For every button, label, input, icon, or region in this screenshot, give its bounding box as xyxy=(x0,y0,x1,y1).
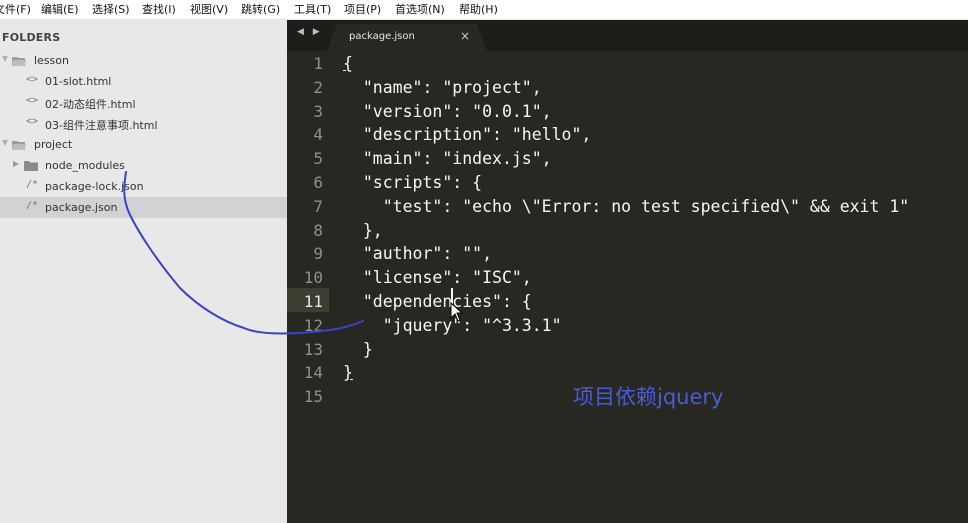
disclosure-open-icon[interactable] xyxy=(2,56,8,62)
html-file-icon: <> xyxy=(26,95,39,106)
code-line: "description": "hello", xyxy=(343,125,592,145)
code-line: "author": "", xyxy=(343,244,493,264)
menu-view[interactable]: 视图(V) xyxy=(190,2,228,17)
folder-open-icon xyxy=(12,141,26,150)
line-number: 3 xyxy=(313,101,323,121)
code-line: } xyxy=(343,363,353,383)
tree-label: 02-动态组件.html xyxy=(45,98,136,111)
tree-folder-project[interactable]: project xyxy=(0,134,287,155)
editor-pane[interactable]: ◀ ▶ package.json × 1 2 3 4 5 6 7 8 9 10 11 12 13 14 15… xyxy=(287,20,968,523)
folder-open-icon xyxy=(12,57,26,66)
tree-file-package-json[interactable]: /* package.json xyxy=(0,197,287,218)
tab-bar: ◀ ▶ package.json × xyxy=(287,20,968,51)
code-line: } xyxy=(343,339,373,359)
menu-tools[interactable]: 工具(T) xyxy=(294,2,331,17)
tree-file-dynamic-component[interactable]: <> 02-动态组件.html xyxy=(0,92,287,113)
line-number: 11 xyxy=(303,292,323,311)
line-number: 2 xyxy=(313,77,323,97)
line-number: 9 xyxy=(313,244,323,264)
mouse-pointer-icon xyxy=(450,302,464,322)
tree-label: package.json xyxy=(45,201,118,214)
code-line: "scripts": { xyxy=(343,173,483,192)
folder-closed-icon xyxy=(24,161,38,171)
html-file-icon: <> xyxy=(26,74,39,85)
tree-file-component-notes[interactable]: <> 03-组件注意事项.html xyxy=(0,113,287,134)
html-file-icon: <> xyxy=(26,116,39,127)
code-line: "main": "index.js", xyxy=(343,149,552,169)
menu-preferences[interactable]: 首选项(N) xyxy=(395,2,445,17)
line-number: 5 xyxy=(313,149,323,169)
disclosure-closed-icon[interactable] xyxy=(13,161,19,167)
tab-package-json[interactable]: package.json × xyxy=(327,24,487,51)
line-number: 7 xyxy=(313,196,323,216)
line-number: 4 xyxy=(313,125,323,145)
menu-edit[interactable]: 编辑(E) xyxy=(41,2,79,17)
tree-label: project xyxy=(34,138,73,151)
sidebar: FOLDERS lesson <> 01-slot.html <> 02-动态组… xyxy=(0,20,287,523)
line-number: 12 xyxy=(303,315,323,335)
line-number: 1 xyxy=(313,54,323,73)
tree-label: package-lock.json xyxy=(45,180,144,193)
menu-bar: 文件(F) 编辑(E) 选择(S) 查找(I) 视图(V) 跳转(G) 工具(T… xyxy=(0,0,968,20)
tree-file-package-lock[interactable]: /* package-lock.json xyxy=(0,176,287,197)
line-number: 8 xyxy=(313,220,323,240)
code-line: "dependencies": { xyxy=(343,292,532,311)
json-file-icon: /* xyxy=(26,179,39,190)
line-number: 10 xyxy=(303,268,323,288)
json-file-icon: /* xyxy=(26,200,39,211)
code-line: "license": "ISC", xyxy=(343,268,532,288)
tree-file-slot[interactable]: <> 01-slot.html xyxy=(0,71,287,92)
line-number: 15 xyxy=(303,387,323,407)
line-number: 13 xyxy=(303,339,323,359)
menu-file[interactable]: 文件(F) xyxy=(0,2,31,17)
code-line: }, xyxy=(343,220,383,240)
menu-goto[interactable]: 跳转(G) xyxy=(241,2,280,17)
tab-label: package.json xyxy=(349,31,415,42)
tree-folder-node-modules[interactable]: node_modules xyxy=(0,155,287,176)
tree-label: 01-slot.html xyxy=(45,75,112,88)
menu-selection[interactable]: 选择(S) xyxy=(92,2,130,17)
disclosure-open-icon[interactable] xyxy=(2,140,8,146)
menu-help[interactable]: 帮助(H) xyxy=(459,2,498,17)
line-number: 6 xyxy=(313,173,323,192)
tab-nav-arrows-icon[interactable]: ◀ ▶ xyxy=(297,27,323,37)
menu-project[interactable]: 项目(P) xyxy=(344,2,381,17)
tree-label: node_modules xyxy=(45,159,125,172)
code-line: "name": "project", xyxy=(343,77,542,97)
code-line: "version": "0.0.1", xyxy=(343,101,552,121)
sidebar-title: FOLDERS xyxy=(2,31,61,44)
tree-label: lesson xyxy=(34,54,69,67)
tree-label: 03-组件注意事项.html xyxy=(45,119,158,132)
menu-find[interactable]: 查找(I) xyxy=(142,2,176,17)
code-line: { xyxy=(343,54,353,73)
line-number: 14 xyxy=(303,363,323,383)
code-line: "test": "echo \"Error: no test specified… xyxy=(343,196,910,216)
tree-folder-lesson[interactable]: lesson xyxy=(0,50,287,71)
close-icon[interactable]: × xyxy=(460,29,470,43)
annotation-text: 项目依赖jquery xyxy=(573,385,724,409)
